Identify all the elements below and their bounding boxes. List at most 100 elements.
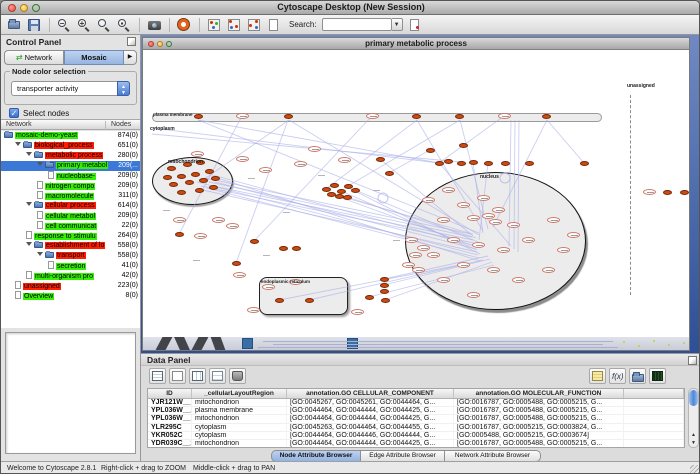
go-term-node[interactable] <box>417 245 430 251</box>
save-session-icon[interactable] <box>27 18 42 32</box>
table-row[interactable]: YJR121W__1mitochondrion[GO:0045267, GO:0… <box>148 399 684 407</box>
tree-row[interactable]: response to stimulu264(0) <box>1 231 140 241</box>
gene-node[interactable] <box>376 157 385 162</box>
go-term-node[interactable] <box>233 272 246 278</box>
gene-node[interactable] <box>501 161 510 166</box>
go-term-node[interactable] <box>487 267 500 273</box>
gene-node[interactable] <box>484 161 493 166</box>
gene-node[interactable] <box>455 114 464 119</box>
gene-node[interactable] <box>199 178 208 183</box>
tree-row[interactable]: primary metabol209(... <box>1 161 140 171</box>
go-term-node[interactable] <box>512 277 525 283</box>
gene-node[interactable] <box>330 183 339 188</box>
go-term-node[interactable] <box>194 233 207 239</box>
go-term-node[interactable] <box>308 146 321 152</box>
go-term-node[interactable] <box>366 113 379 119</box>
zoom-out-icon[interactable]: − <box>57 18 72 32</box>
go-term-node[interactable] <box>467 215 480 221</box>
open-session-icon[interactable] <box>7 18 22 32</box>
table-row[interactable]: YLR295Ccytoplasm[GO:0045263, GO:0044464,… <box>148 424 684 432</box>
table-row[interactable]: YDR039C__1mitochondrion[GO:0044464, GO:0… <box>148 440 684 448</box>
network-canvas[interactable]: plasma membrane cytoplasm mitochondrion … <box>143 50 689 350</box>
go-term-node[interactable] <box>477 195 490 201</box>
table-row[interactable]: YPL036W__1mitochondrion[GO:0044464, GO:0… <box>148 415 684 423</box>
search-input[interactable] <box>322 18 392 31</box>
go-term-node[interactable] <box>236 156 249 162</box>
go-term-node[interactable] <box>567 232 580 238</box>
go-term-node[interactable] <box>492 207 505 213</box>
expander-icon[interactable] <box>37 252 43 256</box>
gene-node[interactable] <box>205 169 214 174</box>
gene-node[interactable] <box>185 180 194 185</box>
table-row[interactable]: YPL036W__2plasma membrane[GO:0044464, GO… <box>148 407 684 415</box>
go-term-node[interactable] <box>259 167 272 173</box>
gene-node[interactable] <box>380 289 389 294</box>
tree-row[interactable]: transport558(0) <box>1 251 140 261</box>
zoom-selected-icon[interactable]: ▪ <box>117 18 132 32</box>
tree-row[interactable]: multi-organism pro42(0) <box>1 271 140 281</box>
tab-mosaic[interactable]: Mosaic <box>64 50 124 65</box>
tree-row[interactable]: cellular metabol209(0) <box>1 211 140 221</box>
select-nodes-checkbox[interactable]: ✓ <box>9 108 19 118</box>
go-term-node[interactable] <box>442 187 455 193</box>
gene-node[interactable] <box>680 190 689 195</box>
network-view-titlebar[interactable]: primary metabolic process <box>143 38 689 50</box>
gene-node[interactable] <box>191 172 200 177</box>
tree-row[interactable]: metabolic process280(0) <box>1 151 140 161</box>
gene-node[interactable] <box>275 298 284 303</box>
go-term-node[interactable] <box>427 252 440 258</box>
go-term-node[interactable] <box>437 217 450 223</box>
go-term-node[interactable] <box>338 157 351 163</box>
tree-row[interactable]: nucleobase-209(0) <box>1 171 140 181</box>
go-term-node[interactable] <box>173 217 186 223</box>
gene-node[interactable] <box>380 283 389 288</box>
go-term-node[interactable] <box>457 262 470 268</box>
tree-row[interactable]: mosaic-demo-yeast874(0) <box>1 131 140 141</box>
zoom-in-icon[interactable]: + <box>77 18 92 32</box>
scrollbar-thumb[interactable] <box>689 390 698 406</box>
gene-node[interactable] <box>194 114 203 119</box>
zoom-fit-icon[interactable] <box>97 18 112 32</box>
go-term-node[interactable] <box>422 197 435 203</box>
float-panel-icon[interactable] <box>127 37 136 46</box>
gene-node[interactable] <box>279 246 288 251</box>
import-attributes-icon[interactable] <box>629 368 646 384</box>
go-term-node[interactable] <box>447 237 460 243</box>
attribute-batch-icon[interactable] <box>589 368 606 384</box>
go-term-node[interactable] <box>457 202 470 208</box>
go-term-node[interactable] <box>489 219 502 225</box>
scroll-up-arrow[interactable]: ▲ <box>689 431 698 439</box>
go-term-node[interactable] <box>351 309 364 315</box>
tab-network[interactable]: ⇄ Network <box>4 50 64 65</box>
gene-node[interactable] <box>435 161 444 166</box>
gene-node[interactable] <box>525 161 534 166</box>
go-term-node[interactable] <box>498 113 511 119</box>
go-term-node[interactable] <box>247 307 260 313</box>
gene-node[interactable] <box>305 298 314 303</box>
go-term-node[interactable] <box>497 247 510 253</box>
go-term-node[interactable] <box>557 247 570 253</box>
go-term-node[interactable] <box>412 267 425 273</box>
go-term-node[interactable] <box>643 189 656 195</box>
gene-node[interactable] <box>284 114 293 119</box>
go-term-node[interactable] <box>437 277 450 283</box>
gene-node[interactable] <box>469 160 478 165</box>
go-term-node[interactable] <box>547 217 560 223</box>
gene-node[interactable] <box>292 246 301 251</box>
go-term-node[interactable] <box>191 151 204 157</box>
float-data-panel-icon[interactable] <box>688 356 697 365</box>
table-scrollbar[interactable]: ▲ ▼ <box>688 388 699 448</box>
gene-node[interactable] <box>167 166 176 171</box>
expander-icon[interactable] <box>37 162 43 166</box>
go-term-node[interactable] <box>262 284 275 290</box>
gene-node[interactable] <box>250 239 259 244</box>
go-term-node[interactable] <box>212 217 225 223</box>
go-term-node[interactable] <box>507 222 520 228</box>
table-row[interactable]: YKR052Ccytoplasm[GO:0044464, GO:0044446,… <box>148 432 684 440</box>
expander-icon[interactable] <box>26 202 32 206</box>
go-term-node[interactable] <box>522 237 535 243</box>
column-header[interactable]: annotation.GO MOLECULAR_FUNCTION <box>454 389 624 398</box>
gene-node[interactable] <box>663 190 672 195</box>
go-term-node[interactable] <box>294 161 307 167</box>
gene-node[interactable] <box>343 195 352 200</box>
